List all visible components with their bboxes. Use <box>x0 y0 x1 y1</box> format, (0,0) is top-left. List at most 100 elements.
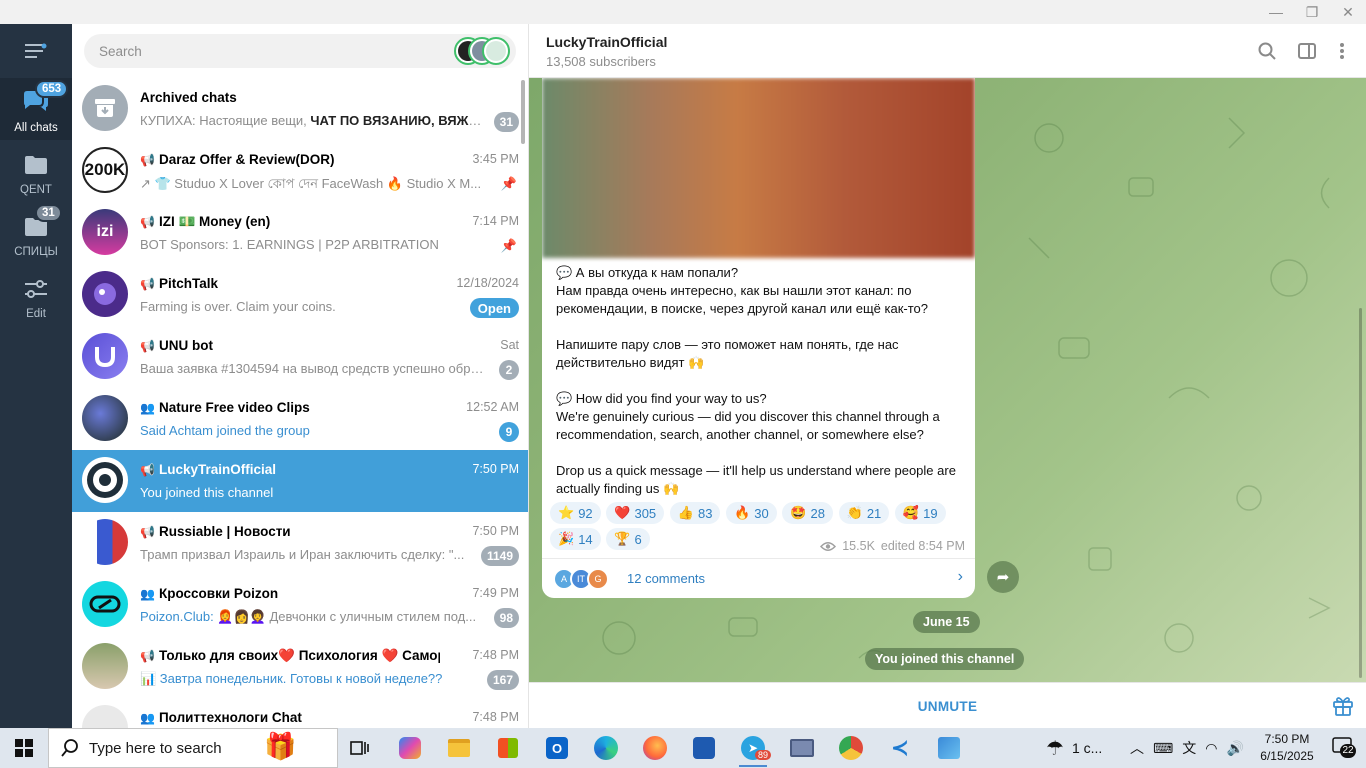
chat-title: LuckyTrainOfficial <box>158 462 276 477</box>
system-tray: ︿ ⌨ 文 ◠ 🔊 <box>1130 728 1244 768</box>
avatar <box>82 519 128 565</box>
restore-icon[interactable]: ❐ <box>1294 0 1330 24</box>
reaction-love[interactable]: 🥰 19 <box>894 502 946 524</box>
chat-time: 7:48 PM <box>472 710 519 724</box>
reaction-clap[interactable]: 👏 21 <box>838 502 890 524</box>
chat-title: IZI 💵 Money (en) <box>158 214 271 229</box>
chevron-up-icon[interactable]: ︿ <box>1130 738 1144 758</box>
reaction-heart[interactable]: ❤️ 305 <box>606 502 665 524</box>
subscriber-count: 13,508 subscribers <box>546 54 656 69</box>
folder-spitsy[interactable]: 31 СПИЦЫ <box>0 202 72 264</box>
sliders-icon <box>25 280 47 298</box>
reaction-star-struck[interactable]: 🤩 28 <box>782 502 834 524</box>
unmute-button[interactable]: UNMUTE <box>529 683 1366 729</box>
unread-badge: 167 <box>486 670 519 690</box>
photos-app[interactable] <box>929 732 969 764</box>
share-button[interactable]: ➦ <box>987 561 1019 593</box>
open-app-button[interactable]: Open <box>469 298 519 318</box>
chat-time: 7:50 PM <box>472 524 519 538</box>
reaction-party[interactable]: 🎉 14 <box>550 528 601 550</box>
search-box <box>84 34 516 68</box>
reaction-star[interactable]: ⭐ 92 <box>550 502 601 524</box>
vscode-app[interactable]: ≺ <box>880 732 920 764</box>
chat-row[interactable]: 👥 Политтехнологи Chat 7:48 PM <box>72 698 528 728</box>
group-icon: 👥 <box>140 400 155 415</box>
chrome-app[interactable] <box>831 732 871 764</box>
folders-sidebar: 653 All chats QENT 31 СПИЦЫ Edit <box>0 24 72 728</box>
chrome-icon <box>839 736 863 760</box>
telegram-app[interactable]: ➤ 89 <box>733 732 773 767</box>
chat-row-selected[interactable]: 📢 LuckyTrainOfficial 7:50 PM You joined t… <box>72 450 528 512</box>
copilot-app[interactable] <box>390 732 430 764</box>
unread-badge: 31 <box>35 204 62 222</box>
reaction-fire[interactable]: 🔥 30 <box>726 502 777 524</box>
language-icon[interactable]: 文 <box>1182 738 1196 758</box>
chat-row-archived[interactable]: Archived chats КУПИХА: Настоящие вещи, Ч… <box>72 78 528 140</box>
avatar <box>82 581 128 627</box>
file-explorer-app[interactable] <box>439 732 479 764</box>
avatar <box>82 457 128 503</box>
chat-row[interactable]: izi 📢 IZI 💵 Money (en) 7:14 PM BOT Sponso… <box>72 202 528 264</box>
main-menu-button[interactable] <box>0 24 72 78</box>
chat-preview: You joined this channel <box>140 485 274 500</box>
channel-icon: 📢 <box>140 276 155 291</box>
unread-badge: 2 <box>499 360 519 380</box>
stories-avatars[interactable] <box>454 37 512 65</box>
comments-button[interactable]: A IT G 12 comments › <box>542 559 975 598</box>
outlook-app[interactable]: O <box>537 732 577 764</box>
folder-all-chats[interactable]: 653 All chats <box>0 78 72 140</box>
chat-row[interactable]: 📢 PitchTalk 12/18/2024 Farming is over. C… <box>72 264 528 326</box>
chat-list: Archived chats КУПИХА: Настоящие вещи, Ч… <box>72 24 529 728</box>
search-in-chat-button[interactable] <box>1255 39 1279 63</box>
chat-list-scrollbar[interactable] <box>521 80 525 144</box>
volume-icon[interactable]: 🔊 <box>1226 740 1243 757</box>
chat-row[interactable]: 👥 Кроссовки Poizon 7:49 PM Poizon.Club: 👩… <box>72 574 528 636</box>
chat-header[interactable]: LuckyTrainOfficial 13,508 subscribers <box>529 24 1366 78</box>
close-icon[interactable]: ✕ <box>1330 0 1366 24</box>
channel-icon: 📢 <box>140 462 155 477</box>
task-view-button[interactable] <box>340 732 380 764</box>
post-text: 💬 А вы откуда к нам попали? Нам правда о… <box>556 265 956 496</box>
start-button[interactable] <box>0 728 48 768</box>
chat-row[interactable]: 📢 Russiable | Новости 7:50 PM Трамп призв… <box>72 512 528 574</box>
notification-center-button[interactable]: 22 <box>1332 736 1358 760</box>
web-app[interactable] <box>684 732 724 764</box>
more-vertical-icon <box>1340 43 1344 59</box>
chat-row[interactable]: 📢 UNU bot Sat Ваша заявка #1304594 на выв… <box>72 326 528 388</box>
camera-icon[interactable]: ⌨ <box>1153 740 1173 757</box>
reaction-thumbs-up[interactable]: 👍 83 <box>669 502 721 524</box>
bot-icon: 📢 <box>140 338 155 353</box>
weather-widget[interactable]: ☂ 1 c... <box>1046 728 1102 768</box>
more-options-button[interactable] <box>1330 39 1354 63</box>
chat-row[interactable]: 📢Только для своих❤️ Психология ❤️ Самора… <box>72 636 528 698</box>
chat-time: 7:50 PM <box>472 462 519 476</box>
channel-post[interactable]: 💬 А вы откуда к нам попали? Нам правда о… <box>542 78 975 598</box>
wifi-icon[interactable]: ◠ <box>1205 740 1217 757</box>
chat-scrollbar[interactable] <box>1359 308 1362 678</box>
folder-label: Edit <box>26 308 46 320</box>
folder-icon <box>448 739 470 757</box>
chat-row[interactable]: 👥 Nature Free video Clips 12:52 AM Said A… <box>72 388 528 450</box>
remote-desktop-app[interactable] <box>782 732 822 764</box>
edge-app[interactable] <box>586 732 626 764</box>
clock[interactable]: 7:50 PM 6/15/2025 <box>1254 731 1320 765</box>
taskbar-search-box[interactable]: Type here to search 🎁 <box>48 728 338 768</box>
search-input[interactable] <box>99 34 419 68</box>
sidebar-toggle-button[interactable] <box>1295 39 1319 63</box>
group-icon: 👥 <box>140 586 155 601</box>
channel-title[interactable]: LuckyTrainOfficial <box>546 34 667 50</box>
photos-icon <box>938 737 960 759</box>
folder-qent[interactable]: QENT <box>0 140 72 202</box>
chat-preview: Ваша заявка #1304594 на вывод средств ус… <box>140 361 485 376</box>
chat-preview: Farming is over. Claim your coins. <box>140 299 336 314</box>
minimize-icon[interactable]: — <box>1258 0 1294 24</box>
firefox-app[interactable] <box>635 732 675 764</box>
folder-label: QENT <box>20 184 52 196</box>
gift-promo-icon[interactable]: 🎁 <box>264 731 296 762</box>
store-app[interactable] <box>488 732 528 764</box>
post-image[interactable] <box>542 78 975 258</box>
chat-row[interactable]: 200K 📢 Daraz Offer & Review(DOR) 3:45 PM … <box>72 140 528 202</box>
folder-edit[interactable]: Edit <box>0 264 72 326</box>
reaction-trophy[interactable]: 🏆 6 <box>606 528 650 550</box>
gift-button[interactable] <box>1332 695 1354 717</box>
